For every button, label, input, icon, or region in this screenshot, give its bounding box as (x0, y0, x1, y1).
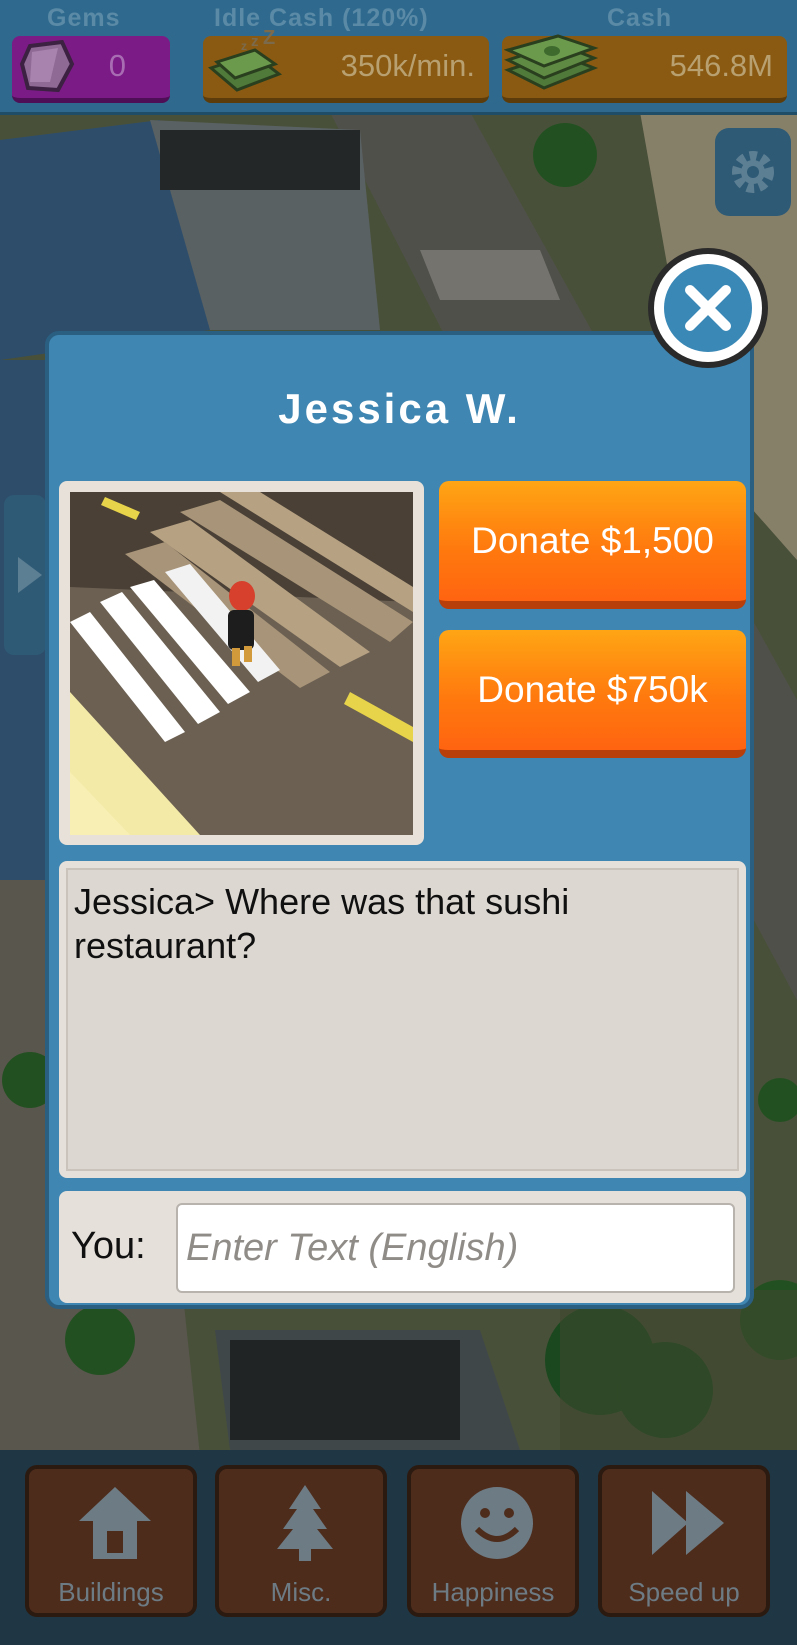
top-hud: Gems Idle Cash (120%) Cash 0 z z Z 350k/… (0, 0, 797, 115)
cash-label: Cash (607, 4, 673, 32)
gems-counter[interactable]: 0 (12, 36, 170, 103)
crosswalk-scene-image (70, 492, 413, 835)
tab-speed-up[interactable]: Speed up (598, 1465, 770, 1617)
citizen-camera-view (70, 492, 413, 835)
bottom-nav: Buildings Misc. Happiness Speed up (0, 1450, 797, 1645)
close-button-ring (654, 254, 762, 362)
house-icon (79, 1487, 151, 1559)
gems-value: 0 (108, 48, 126, 83)
play-arrow-icon (18, 557, 42, 593)
chat-log[interactable]: Jessica> Where was that sushi restaurant… (59, 861, 746, 1178)
citizen-dialog: Jessica W. Donate $1,500 Donate $750k Je… (45, 331, 754, 1309)
citizen-camera-frame (59, 481, 424, 845)
chat-input-row: You: (59, 1191, 746, 1303)
tab-happiness-label: Happiness (431, 1577, 555, 1607)
sleeping-money-icon: z z Z (207, 28, 283, 92)
tab-happiness[interactable]: Happiness (407, 1465, 579, 1617)
idle-cash-counter[interactable]: z z Z 350k/min. (203, 28, 489, 103)
donate-small-button[interactable]: Donate $1,500 (439, 481, 746, 609)
left-panel-toggle[interactable] (4, 495, 46, 655)
money-stack-icon (504, 34, 599, 90)
fast-forward-icon (652, 1491, 724, 1555)
gear-icon (732, 151, 774, 193)
cash-value: 546.8M (669, 48, 773, 83)
close-button[interactable] (648, 248, 768, 368)
gems-label: Gems (47, 4, 121, 32)
tab-misc-label: Misc. (270, 1577, 332, 1607)
tree-icon (277, 1485, 333, 1561)
cash-counter[interactable]: 546.8M (502, 34, 787, 103)
donate-large-button[interactable]: Donate $750k (439, 630, 746, 758)
tab-misc[interactable]: Misc. (215, 1465, 387, 1617)
smiley-icon (461, 1487, 533, 1559)
svg-text:z: z (251, 33, 259, 50)
svg-text:z: z (241, 39, 247, 53)
close-icon (685, 285, 731, 331)
gem-icon (19, 39, 75, 93)
tab-speed-up-label: Speed up (628, 1577, 740, 1607)
close-button-core (664, 264, 752, 352)
tab-buildings[interactable]: Buildings (25, 1465, 197, 1617)
idle-cash-value: 350k/min. (340, 48, 475, 83)
tab-buildings-label: Buildings (58, 1577, 164, 1607)
chat-message: Jessica> Where was that sushi restaurant… (66, 868, 739, 1171)
svg-text:Z: Z (263, 28, 275, 49)
citizen-name: Jessica W. (278, 385, 521, 432)
chat-text-input[interactable] (176, 1203, 735, 1293)
settings-button[interactable] (715, 128, 791, 216)
you-label: You: (71, 1225, 146, 1267)
